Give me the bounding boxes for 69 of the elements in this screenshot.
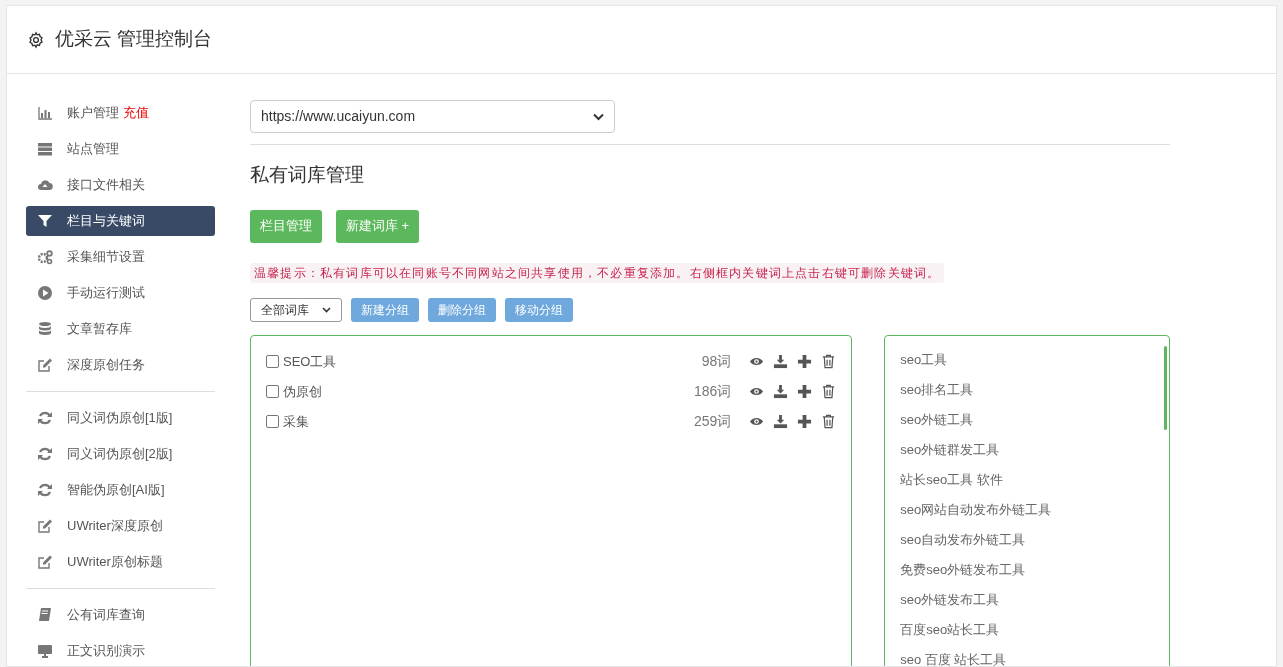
edit-icon xyxy=(37,518,53,534)
keyword-item[interactable]: seo外链发布工具 xyxy=(900,589,1000,620)
refresh-icon xyxy=(37,446,53,462)
keyword-item[interactable]: 免费seo外链发布工具 xyxy=(900,559,1026,590)
trash-icon[interactable] xyxy=(821,414,837,429)
download-icon[interactable] xyxy=(773,384,789,399)
trash-icon[interactable] xyxy=(821,354,837,369)
checkbox[interactable] xyxy=(266,385,279,398)
section-heading: 私有词库管理 xyxy=(250,163,365,187)
chevron-down-icon xyxy=(322,306,331,313)
play-icon xyxy=(37,285,53,301)
sidebar-item[interactable]: 同义词伪原创[1版] xyxy=(26,403,215,433)
keyword-item[interactable]: seo 百度 站长工具 xyxy=(900,649,1007,666)
word-count: 98词 xyxy=(701,352,732,371)
plus-icon[interactable] xyxy=(797,384,813,399)
sidebar-item[interactable]: 栏目与关键词 xyxy=(26,206,215,236)
download-icon[interactable] xyxy=(773,354,789,369)
sidebar-item[interactable]: 智能伪原创[AI版] xyxy=(26,475,215,505)
checkbox[interactable] xyxy=(266,415,279,428)
sidebar-item[interactable]: 文章暂存库 xyxy=(26,314,215,344)
keyword-item[interactable]: 百度seo站长工具 xyxy=(900,619,1000,650)
sidebar-item[interactable]: 账户管理 充值 xyxy=(26,98,215,128)
bar-chart-icon xyxy=(37,105,53,121)
settings-icon xyxy=(27,30,45,49)
sidebar-item[interactable]: 公有词库查询 xyxy=(26,600,215,630)
keyword-item[interactable]: 站长seo工具 软件 xyxy=(900,469,1003,500)
keyword-item[interactable]: seo外链工具 xyxy=(900,409,974,440)
keyword-item[interactable]: seo自动发布外链工具 xyxy=(900,529,1026,560)
gears-icon xyxy=(37,249,53,265)
download-icon[interactable] xyxy=(773,414,789,429)
cloud-upload-icon xyxy=(37,177,53,193)
keyword-item[interactable]: seo排名工具 xyxy=(900,379,974,410)
keyword-item[interactable]: seo外链群发工具 xyxy=(900,439,1000,470)
group-select[interactable]: 全部词库 xyxy=(250,297,342,322)
keyword-item[interactable]: seo工具 xyxy=(900,349,948,380)
refresh-icon xyxy=(37,410,53,426)
library-name: SEO工具 xyxy=(283,352,337,371)
plus-icon[interactable] xyxy=(797,414,813,429)
edit-icon xyxy=(37,554,53,570)
plus-icon[interactable] xyxy=(797,354,813,369)
chevron-down-icon xyxy=(593,112,604,121)
filter-icon xyxy=(37,213,53,229)
word-count: 186词 xyxy=(693,382,732,401)
page-title: 优采云 管理控制台 xyxy=(55,27,213,52)
monitor-icon xyxy=(37,643,53,659)
site-select[interactable]: https://www.ucaiyun.com xyxy=(250,100,615,133)
database-icon xyxy=(37,321,53,337)
sidebar-item[interactable]: 站点管理 xyxy=(26,134,215,164)
library-name: 伪原创 xyxy=(283,382,322,401)
sidebar-item[interactable]: 同义词伪原创[2版] xyxy=(26,439,215,469)
word-count: 259词 xyxy=(693,412,732,431)
trash-icon[interactable] xyxy=(821,384,837,399)
keyword-item[interactable]: seo网站自动发布外链工具 xyxy=(900,499,1052,530)
book-icon xyxy=(37,607,53,623)
sidebar-item[interactable]: 深度原创任务 xyxy=(26,350,215,380)
sidebar-item[interactable]: 正文识别演示 xyxy=(26,636,215,666)
edit-icon xyxy=(37,357,53,373)
sidebar-item[interactable]: 采集细节设置 xyxy=(26,242,215,272)
tip-text: 温馨提示：私有词库可以在同账号不同网站之间共享使用，不必重复添加。右侧框内关键词上点击右键可删除关键词。 xyxy=(250,262,945,283)
refresh-icon xyxy=(37,482,53,498)
sidebar-item[interactable]: 接口文件相关 xyxy=(26,170,215,200)
sidebar-item[interactable]: UWriter深度原创 xyxy=(26,511,215,541)
library-name: 采集 xyxy=(283,412,309,431)
scrollbar[interactable] xyxy=(1164,345,1167,430)
sidebar-item[interactable]: UWriter原创标题 xyxy=(26,547,215,577)
recharge-link[interactable]: 充值 xyxy=(123,103,149,123)
sidebar-item[interactable]: 手动运行测试 xyxy=(26,278,215,308)
server-icon xyxy=(37,141,53,157)
checkbox[interactable] xyxy=(266,355,279,368)
